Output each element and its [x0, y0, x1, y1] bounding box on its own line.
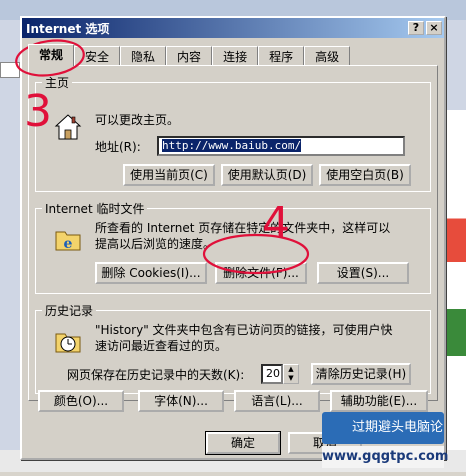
tab-security[interactable]: 安全 — [74, 46, 121, 66]
clear-history-button[interactable]: 清除历史记录(H) — [311, 363, 411, 385]
home-address-value: http://www.baiub.com/ — [162, 139, 302, 152]
general-tab-panel: 主页 可以更改主页。 地址(R): http://www.baiub.com/ … — [28, 65, 438, 401]
history-days-spinner[interactable]: ▲ ▼ — [283, 364, 299, 384]
temp-files-desc-2: 提高以后浏览的速度。 — [95, 237, 216, 251]
tab-strip: 常规 安全 隐私 内容 连接 程序 高级 — [28, 44, 351, 66]
history-desc-1: "History" 文件夹中包含有已访问页的链接，可使用户快 — [95, 323, 393, 337]
tab-advanced[interactable]: 高级 — [304, 46, 351, 66]
help-button[interactable]: ? — [408, 21, 424, 35]
tab-general[interactable]: 常规 — [28, 44, 75, 66]
chevron-up-icon[interactable]: ▲ — [284, 365, 298, 374]
tab-programs[interactable]: 程序 — [258, 46, 305, 66]
close-button[interactable]: × — [426, 21, 442, 35]
tab-privacy[interactable]: 隐私 — [120, 46, 167, 66]
watermark-url: www.gqgtpc.com — [322, 446, 448, 468]
watermark-logo: 过期避头电脑论坛 — [322, 412, 444, 467]
languages-button[interactable]: 语言(L)... — [234, 390, 320, 412]
tab-content[interactable]: 内容 — [166, 46, 213, 66]
internet-options-dialog: Internet 选项 ? × 常规 安全 隐私 内容 连接 程序 高级 主页 … — [20, 16, 446, 460]
colors-button[interactable]: 颜色(O)... — [38, 390, 124, 412]
history-desc-2: 速访问最近查看过的页。 — [95, 339, 228, 353]
history-icon — [53, 326, 83, 356]
use-default-button[interactable]: 使用默认页(D) — [221, 164, 313, 186]
home-description: 可以更改主页。 — [95, 113, 180, 127]
address-label: 地址(R): — [95, 140, 141, 154]
home-address-input[interactable]: http://www.baiub.com/ — [157, 136, 405, 156]
watermark: 过期避头电脑论坛 www.gqgtpc.com — [322, 412, 448, 472]
delete-files-button[interactable]: 删除文件(F)... — [215, 262, 307, 284]
history-days-input[interactable]: 20 — [261, 364, 283, 384]
use-blank-button[interactable]: 使用空白页(B) — [319, 164, 411, 186]
temp-files-legend: Internet 临时文件 — [45, 202, 145, 216]
accessibility-button[interactable]: 辅助功能(E)... — [330, 390, 428, 412]
use-current-button[interactable]: 使用当前页(C) — [123, 164, 215, 186]
dialog-title: Internet 选项 — [26, 21, 110, 36]
history-legend: 历史记录 — [45, 304, 94, 318]
home-page-legend: 主页 — [45, 76, 70, 90]
background-address-field — [0, 62, 20, 78]
temp-settings-button[interactable]: 设置(S)... — [317, 262, 409, 284]
tab-connections[interactable]: 连接 — [212, 46, 259, 66]
svg-text:e: e — [64, 236, 73, 252]
fonts-button[interactable]: 字体(N)... — [138, 390, 224, 412]
chevron-down-icon[interactable]: ▼ — [284, 374, 298, 383]
ie-temp-files-icon: e — [53, 224, 83, 254]
history-days-label: 网页保存在历史记录中的天数(K): — [67, 368, 245, 382]
dialog-titlebar: Internet 选项 ? × — [22, 18, 444, 38]
ok-button[interactable]: 确定 — [205, 431, 281, 455]
delete-cookies-button[interactable]: 删除 Cookies(I)... — [95, 262, 207, 284]
temp-files-desc-1: 所查看的 Internet 页存储在特定的文件夹中，这样可以 — [95, 221, 391, 235]
home-icon — [53, 112, 83, 142]
